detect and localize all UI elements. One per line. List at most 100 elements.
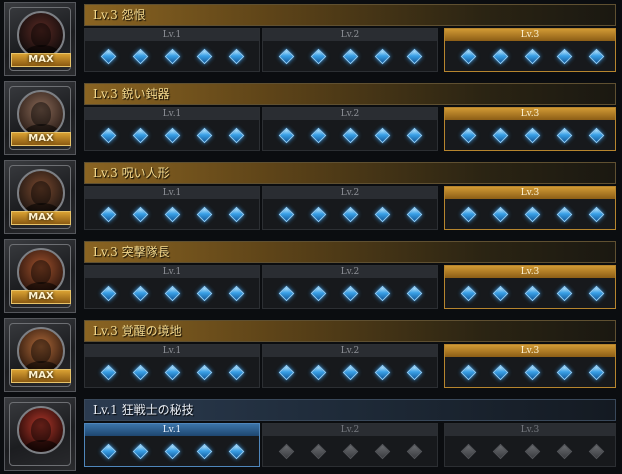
locked-gem-icon [524, 443, 541, 460]
skill-portrait-frame[interactable]: MAX [4, 2, 76, 76]
gem-slots [445, 201, 615, 229]
level-tier-3[interactable]: Lv.3 [444, 423, 616, 467]
gem-slots [263, 122, 437, 150]
blue-gem-icon [310, 285, 327, 302]
skill-row[interactable]: MAX Lv.3 覚醒の境地 Lv.1 Lv.2 Lv.3 [0, 316, 622, 394]
blue-gem-icon [556, 285, 573, 302]
blue-gem-icon [196, 206, 213, 223]
level-tier-1[interactable]: Lv.1 [84, 28, 260, 72]
level-tier-label: Lv.1 [85, 266, 259, 278]
blue-gem-icon [460, 206, 477, 223]
skill-portrait-icon [17, 11, 65, 59]
blue-gem-icon [164, 285, 181, 302]
skill-title-bar[interactable]: Lv.3 突撃隊長 [84, 241, 616, 263]
blue-gem-icon [374, 206, 391, 223]
level-tier-2[interactable]: Lv.2 [262, 344, 438, 388]
level-tier-2[interactable]: Lv.2 [262, 28, 438, 72]
gem-slots [445, 359, 615, 387]
level-tier-3[interactable]: Lv.3 [444, 344, 616, 388]
max-badge-label: MAX [28, 291, 54, 302]
gem-slots [445, 438, 615, 466]
blue-gem-icon [132, 48, 149, 65]
skill-title-bar[interactable]: Lv.3 怨恨 [84, 4, 616, 26]
skill-portrait-frame[interactable]: MAX [4, 81, 76, 155]
level-tier-label: Lv.3 [445, 29, 615, 41]
blue-gem-icon [556, 48, 573, 65]
locked-gem-icon [492, 443, 509, 460]
locked-gem-icon [406, 443, 423, 460]
level-tier-label: Lv.3 [445, 266, 615, 278]
portrait-face-shape [31, 23, 51, 47]
blue-gem-icon [310, 127, 327, 144]
blue-gem-icon [406, 127, 423, 144]
skill-title-bar[interactable]: Lv.3 呪い人形 [84, 162, 616, 184]
skill-name: Lv.3 怨恨 [93, 8, 146, 22]
blue-gem-icon [164, 443, 181, 460]
skill-row[interactable]: MAX Lv.3 鋭い鈍器 Lv.1 Lv.2 Lv.3 [0, 79, 622, 157]
locked-gem-icon [310, 443, 327, 460]
skill-title-bar[interactable]: Lv.1 狂戦士の秘技 [84, 399, 616, 421]
gem-slots [445, 43, 615, 71]
blue-gem-icon [342, 206, 359, 223]
skill-row[interactable]: MAX Lv.3 突撃隊長 Lv.1 Lv.2 Lv.3 [0, 237, 622, 315]
level-tier-label: Lv.2 [263, 29, 437, 41]
blue-gem-icon [342, 48, 359, 65]
blue-gem-icon [524, 206, 541, 223]
blue-gem-icon [132, 206, 149, 223]
level-tier-1[interactable]: Lv.1 [84, 107, 260, 151]
skill-row[interactable]: MAX Lv.3 怨恨 Lv.1 Lv.2 Lv.3 [0, 0, 622, 78]
skill-portrait-frame[interactable]: MAX [4, 160, 76, 234]
blue-gem-icon [228, 364, 245, 381]
level-tier-3[interactable]: Lv.3 [444, 265, 616, 309]
blue-gem-icon [310, 48, 327, 65]
skill-portrait-frame[interactable]: MAX [4, 239, 76, 313]
skill-title-bar[interactable]: Lv.3 覚醒の境地 [84, 320, 616, 342]
skill-row[interactable]: MAX Lv.3 呪い人形 Lv.1 Lv.2 Lv.3 [0, 158, 622, 236]
max-badge-label: MAX [28, 212, 54, 223]
blue-gem-icon [164, 48, 181, 65]
portrait-face-shape [31, 181, 51, 205]
blue-gem-icon [164, 364, 181, 381]
blue-gem-icon [228, 285, 245, 302]
gem-slots [445, 280, 615, 308]
blue-gem-icon [278, 364, 295, 381]
portrait-face-shape [31, 102, 51, 126]
blue-gem-icon [228, 206, 245, 223]
level-tier-2[interactable]: Lv.2 [262, 186, 438, 230]
level-tier-1[interactable]: Lv.1 [84, 423, 260, 467]
blue-gem-icon [100, 364, 117, 381]
blue-gem-icon [310, 206, 327, 223]
skill-title-bar[interactable]: Lv.3 鋭い鈍器 [84, 83, 616, 105]
blue-gem-icon [342, 364, 359, 381]
blue-gem-icon [460, 364, 477, 381]
level-tier-3[interactable]: Lv.3 [444, 28, 616, 72]
blue-gem-icon [406, 364, 423, 381]
skill-name: Lv.1 狂戦士の秘技 [93, 403, 194, 417]
blue-gem-icon [196, 443, 213, 460]
locked-gem-icon [374, 443, 391, 460]
skill-name: Lv.3 覚醒の境地 [93, 324, 182, 338]
level-tier-1[interactable]: Lv.1 [84, 265, 260, 309]
blue-gem-icon [278, 285, 295, 302]
gem-slots [85, 122, 259, 150]
portrait-shoulders-shape [24, 440, 60, 452]
level-tier-2[interactable]: Lv.2 [262, 265, 438, 309]
gem-slots [263, 201, 437, 229]
level-tier-2[interactable]: Lv.2 [262, 423, 438, 467]
blue-gem-icon [342, 285, 359, 302]
level-tier-3[interactable]: Lv.3 [444, 107, 616, 151]
skill-row[interactable]: Lv.1 狂戦士の秘技 Lv.1 Lv.2 Lv.3 [0, 395, 622, 473]
skill-portrait-frame[interactable] [4, 397, 76, 471]
blue-gem-icon [406, 206, 423, 223]
gem-slots [263, 280, 437, 308]
level-tier-3[interactable]: Lv.3 [444, 186, 616, 230]
level-tier-1[interactable]: Lv.1 [84, 344, 260, 388]
skill-portrait-frame[interactable]: MAX [4, 318, 76, 392]
level-tier-2[interactable]: Lv.2 [262, 107, 438, 151]
level-tier-1[interactable]: Lv.1 [84, 186, 260, 230]
max-badge-label: MAX [28, 370, 54, 381]
level-tier-label: Lv.2 [263, 187, 437, 199]
blue-gem-icon [588, 206, 605, 223]
portrait-face-shape [31, 260, 51, 284]
max-badge-label: MAX [28, 133, 54, 144]
